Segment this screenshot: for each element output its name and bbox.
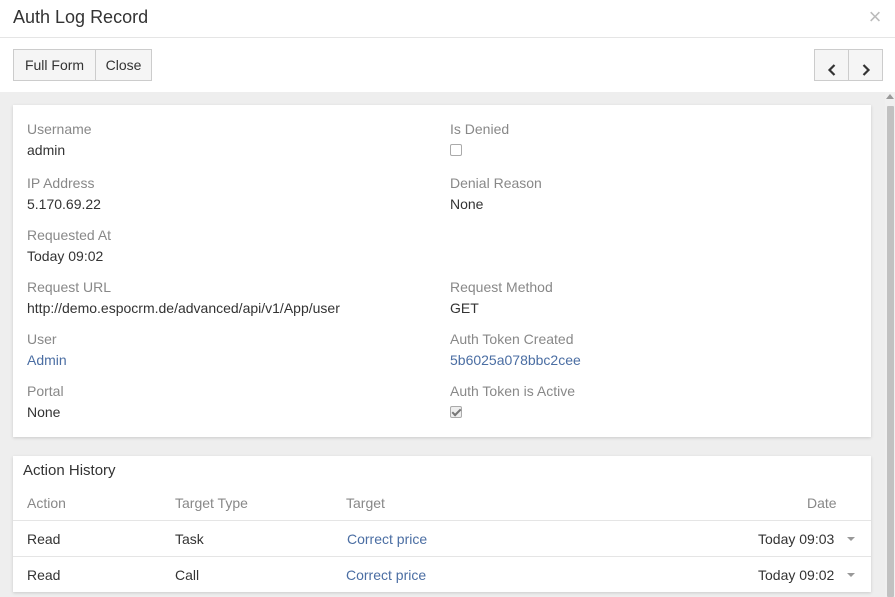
- portal-label: Portal: [27, 383, 64, 399]
- scrollbar[interactable]: [885, 92, 895, 597]
- action-history-panel: Action History Action Target Type Target…: [13, 456, 871, 592]
- auth-token-active-label: Auth Token is Active: [450, 383, 576, 399]
- ip-address-value: 5.170.69.22: [27, 196, 101, 212]
- is-denied-label: Is Denied: [450, 121, 510, 137]
- table-row: Read Task Correct price Today 09:03: [13, 520, 871, 556]
- row-target-type: Call: [175, 567, 200, 583]
- column-header-date: Date: [807, 495, 837, 511]
- row-actions-dropdown-icon[interactable]: [847, 573, 855, 577]
- next-record-button[interactable]: [848, 49, 883, 81]
- row-actions-dropdown-icon[interactable]: [847, 537, 855, 541]
- ip-address-label: IP Address: [27, 175, 95, 191]
- request-method-label: Request Method: [450, 279, 553, 295]
- scroll-up-arrow-icon[interactable]: [886, 94, 894, 99]
- row-target-link[interactable]: Correct price: [347, 531, 427, 547]
- denial-reason-value: None: [450, 196, 484, 212]
- modal-header: Auth Log Record ×: [0, 0, 895, 38]
- table-row: Read Call Correct price Today 09:02: [13, 556, 871, 592]
- auth-token-created-label: Auth Token Created: [450, 331, 574, 347]
- full-form-button[interactable]: Full Form: [13, 49, 96, 81]
- chevron-right-icon: [862, 63, 870, 76]
- denial-reason-label: Denial Reason: [450, 175, 542, 191]
- user-link[interactable]: Admin: [27, 352, 67, 368]
- username-value: admin: [27, 142, 66, 158]
- row-action: Read: [27, 567, 61, 583]
- action-history-title: Action History: [23, 462, 116, 479]
- chevron-left-icon: [827, 63, 835, 76]
- row-date: Today 09:03: [758, 531, 835, 547]
- column-header-target: Target: [346, 495, 385, 511]
- row-date: Today 09:02: [758, 567, 835, 583]
- row-action: Read: [27, 531, 61, 547]
- is-denied-checkbox[interactable]: [450, 144, 462, 156]
- row-target-type: Task: [175, 531, 204, 547]
- previous-record-button[interactable]: [814, 49, 849, 81]
- portal-value: None: [27, 404, 61, 420]
- username-label: Username: [27, 121, 92, 137]
- requested-at-label: Requested At: [27, 227, 112, 243]
- request-url-label: Request URL: [27, 279, 112, 295]
- close-button[interactable]: Close: [95, 49, 152, 81]
- row-target-link[interactable]: Correct price: [346, 567, 426, 583]
- request-url-value: http://demo.espocrm.de/advanced/api/v1/A…: [27, 300, 340, 316]
- request-method-value: GET: [450, 300, 479, 316]
- auth-token-link[interactable]: 5b6025a078bbc2cee: [450, 352, 581, 368]
- auth-token-active-checkbox[interactable]: [450, 406, 462, 418]
- scrollbar-thumb[interactable]: [887, 106, 894, 597]
- user-label: User: [27, 331, 57, 347]
- modal-title: Auth Log Record: [13, 7, 149, 27]
- toolbar: Full Form Close: [0, 38, 895, 92]
- close-icon[interactable]: ×: [865, 6, 885, 28]
- column-header-action: Action: [27, 495, 66, 511]
- column-header-target-type: Target Type: [175, 495, 248, 511]
- requested-at-value: Today 09:02: [27, 248, 104, 264]
- detail-panel: Username admin Is Denied IP Address 5.17…: [13, 105, 871, 437]
